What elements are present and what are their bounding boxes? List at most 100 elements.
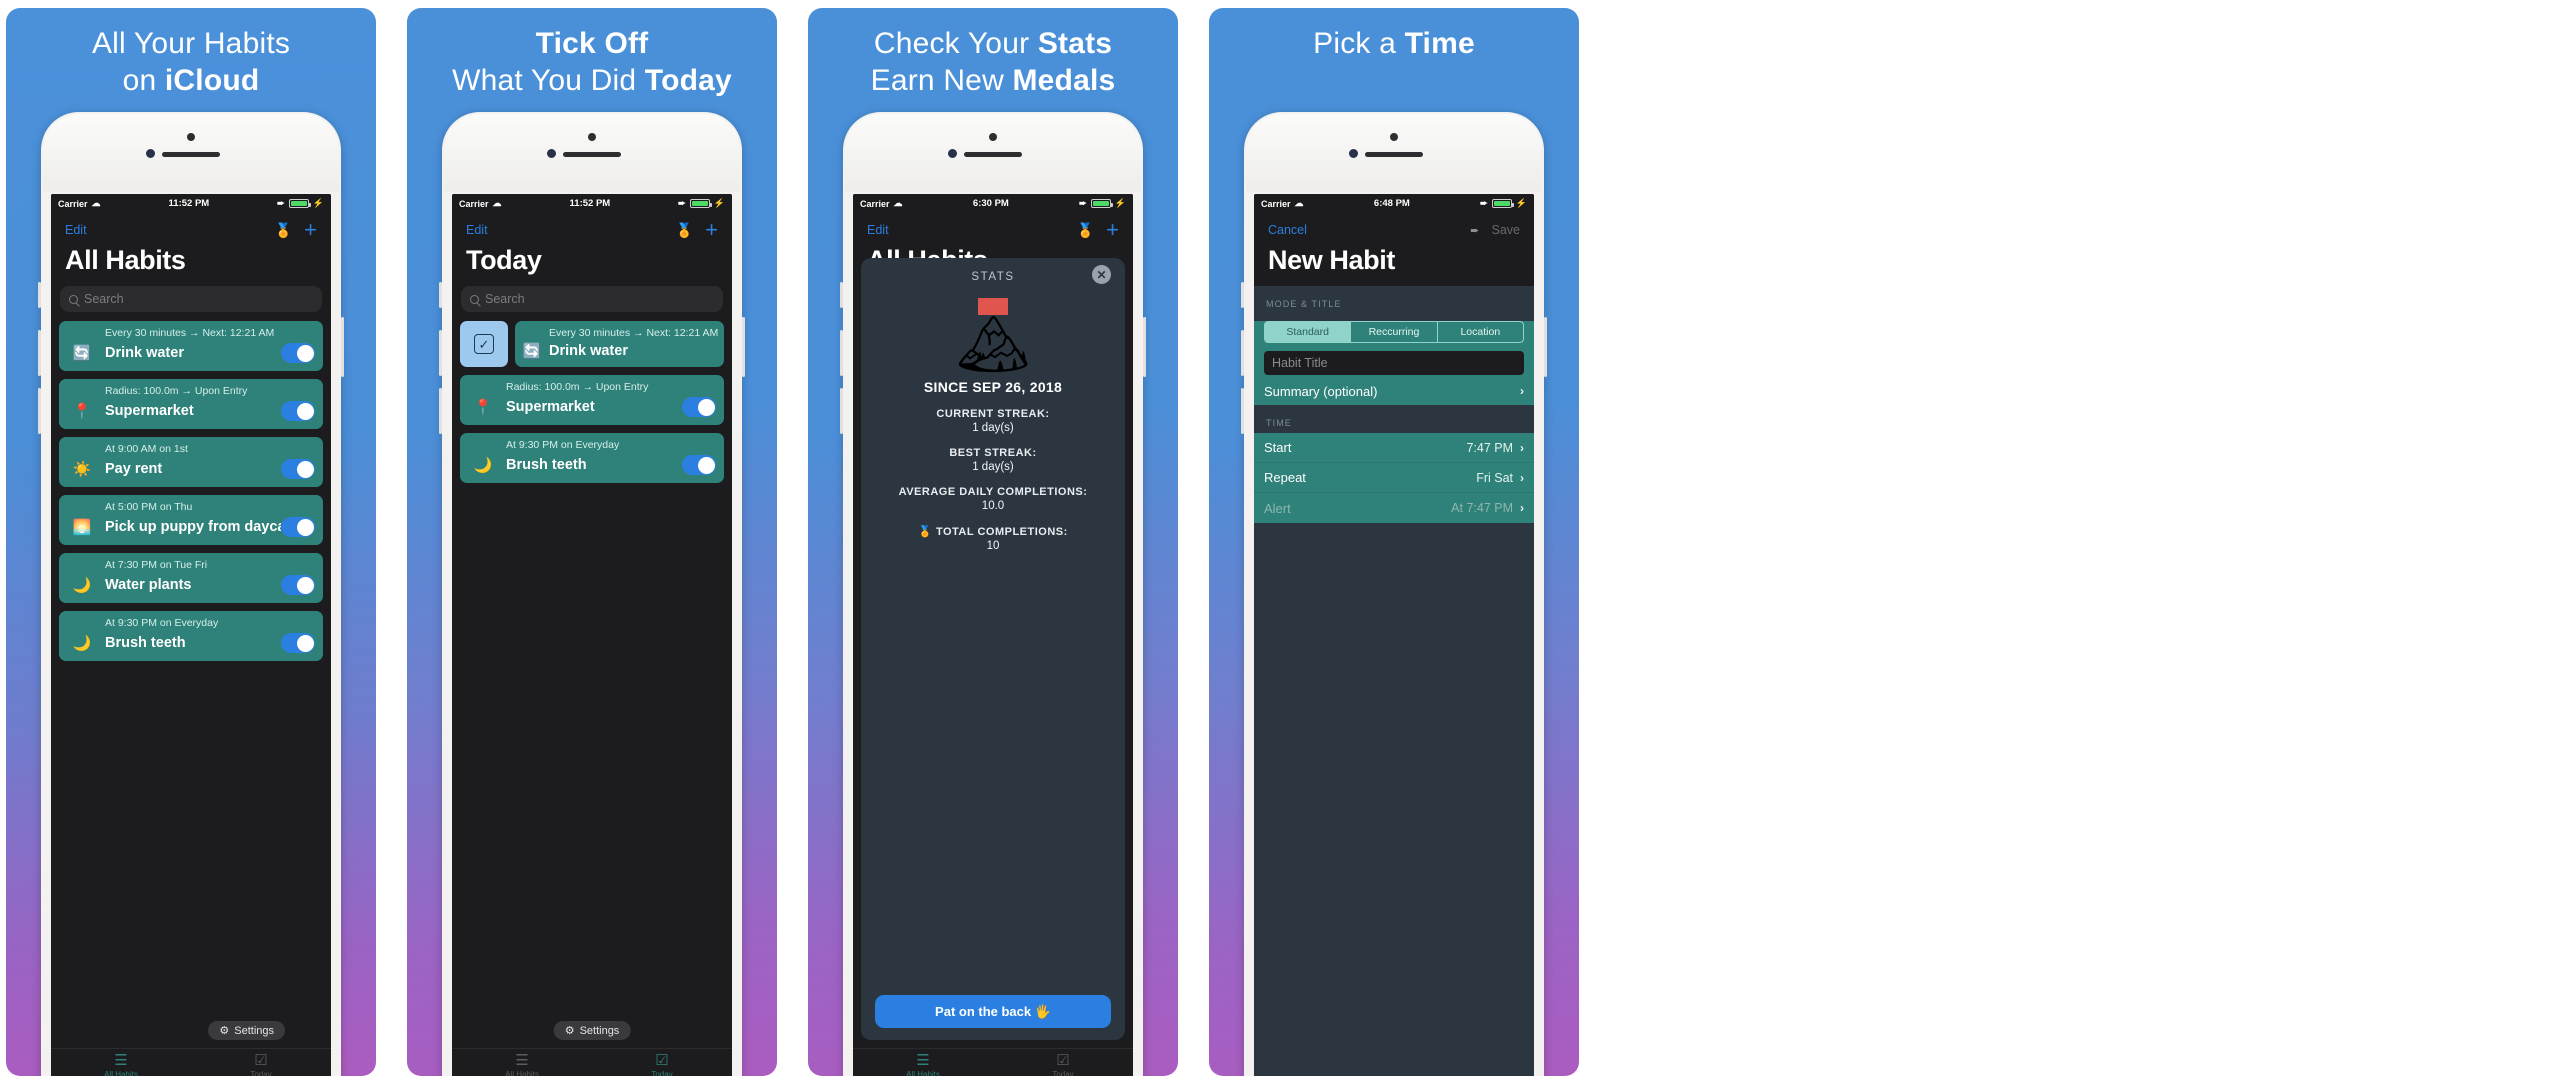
panel-1-headline: All Your Habits on iCloud [6, 26, 376, 99]
settings-button[interactable]: ⚙ Settings [208, 1021, 285, 1040]
tab-all-habits[interactable]: ☰ All Habits [452, 1052, 592, 1076]
save-button[interactable]: Save [1492, 223, 1521, 237]
status-bar: Carrier ☁ 6:30 PM ➨ ⚡ [853, 194, 1133, 213]
habit-toggle[interactable] [281, 459, 315, 479]
habit-row[interactable]: ✓ Every 30 minutes → Next: 12:21 AM 🔄 Dr… [460, 321, 724, 367]
volume-up-button[interactable] [1241, 330, 1244, 376]
medal-icon[interactable]: 🏅 [275, 223, 292, 237]
segment-standard[interactable]: Standard [1265, 322, 1352, 342]
charging-bolt-icon: ⚡ [312, 198, 324, 208]
habit-list-1: Every 30 minutes → Next: 12:21 AM 🔄 Drin… [51, 321, 331, 1048]
volume-up-button[interactable] [439, 330, 442, 376]
volume-down-button[interactable] [439, 388, 442, 434]
tab-today[interactable]: ☑ Today [592, 1053, 732, 1076]
medal-icon[interactable]: 🏅 [676, 223, 693, 237]
habit-main: 📍 Supermarket [460, 397, 724, 417]
habit-title: Supermarket [506, 399, 595, 415]
habit-main: 🔄 Drink water [515, 343, 724, 359]
add-habit-button[interactable]: + [304, 219, 317, 241]
camera-icon [989, 133, 997, 141]
edit-button[interactable]: Edit [65, 223, 87, 237]
headline-line-2-plain: What You Did [452, 63, 645, 97]
tab-bar: ☰ All Habits ☑ Today [452, 1048, 732, 1076]
close-icon[interactable]: ✕ [1092, 265, 1111, 284]
tab-all-habits[interactable]: ☰ All Habits [853, 1052, 993, 1076]
mute-switch[interactable] [1241, 282, 1244, 308]
power-button[interactable] [742, 317, 745, 377]
start-row[interactable]: Start 7:47 PM › [1254, 433, 1534, 463]
add-habit-button[interactable]: + [1106, 219, 1119, 241]
volume-down-button[interactable] [840, 388, 843, 434]
habit-row[interactable]: Radius: 100.0m → Upon Entry 📍 Supermarke… [460, 375, 724, 425]
habit-row[interactable]: At 7:30 PM on Tue Fri 🌙 Water plants [59, 553, 323, 603]
battery-icon [689, 199, 712, 208]
habit-toggle[interactable] [682, 397, 716, 417]
tab-today[interactable]: ☑ Today [191, 1053, 331, 1076]
wifi-icon: ☁ [1294, 198, 1304, 208]
edit-button[interactable]: Edit [466, 223, 488, 237]
habit-checkbox[interactable]: ✓ [460, 321, 508, 367]
mute-switch[interactable] [840, 282, 843, 308]
tab-all-habits[interactable]: ☰ All Habits [51, 1053, 191, 1076]
list-icon: ☰ [916, 1052, 930, 1069]
habit-row[interactable]: Radius: 100.0m → Upon Entry 📍 Supermarke… [59, 379, 323, 429]
habit-row[interactable]: At 9:00 AM on 1st ☀️ Pay rent [59, 437, 323, 487]
nav-bar: Cancel ➨ Save New Habit [1254, 213, 1534, 286]
volume-up-button[interactable] [38, 330, 41, 376]
power-button[interactable] [341, 317, 344, 377]
segment-recurring[interactable]: Reccurring [1351, 322, 1438, 342]
habit-row[interactable]: At 5:00 PM on Thu 🌅 Pick up puppy from d… [59, 495, 323, 545]
habit-main: 🌙 Water plants [59, 575, 323, 595]
mute-switch[interactable] [38, 282, 41, 308]
tab-bar: ☰ All Habits ☑ Today [853, 1048, 1133, 1076]
segment-location[interactable]: Location [1438, 322, 1523, 342]
nav-bar: Edit 🏅 + Today [452, 213, 732, 286]
power-button[interactable] [1143, 317, 1146, 377]
tab-today[interactable]: ☑ Today [993, 1053, 1133, 1076]
mode-segmented-control[interactable]: Standard Reccurring Location [1264, 321, 1524, 343]
habit-toggle[interactable] [281, 401, 315, 421]
stat-value: 10.0 [981, 500, 1005, 512]
repeat-value: Fri Sat [1476, 470, 1513, 485]
volume-down-button[interactable] [1241, 388, 1244, 434]
edit-button[interactable]: Edit [867, 223, 889, 237]
search-input[interactable]: Search [461, 286, 723, 312]
habit-toggle[interactable] [281, 633, 315, 653]
habit-row[interactable]: Every 30 minutes → Next: 12:21 AM 🔄 Drin… [59, 321, 323, 371]
alert-row[interactable]: Alert At 7:47 PM › [1254, 493, 1534, 523]
power-button[interactable] [1544, 317, 1547, 377]
habit-toggle[interactable] [281, 575, 315, 595]
habit-toggle[interactable] [281, 517, 315, 537]
pat-on-the-back-button[interactable]: Pat on the back 🖐️ [875, 995, 1111, 1028]
alert-value: At 7:47 PM [1451, 501, 1513, 515]
settings-button[interactable]: ⚙ Settings [553, 1021, 631, 1040]
volume-down-button[interactable] [38, 388, 41, 434]
location-arrow-icon: ➨ [678, 197, 686, 209]
habit-row[interactable]: At 9:30 PM on Everyday 🌙 Brush teeth [59, 611, 323, 661]
section-header-mode-title: MODE & TITLE [1266, 299, 1342, 309]
habit-title-input[interactable]: Habit Title [1264, 351, 1524, 375]
habit-toggle[interactable] [281, 343, 315, 363]
list-icon: ☰ [515, 1052, 529, 1069]
mute-switch[interactable] [439, 282, 442, 308]
nav-row: Edit 🏅 + [65, 219, 317, 241]
stat-key: BEST STREAK: [949, 447, 1037, 459]
cancel-button[interactable]: Cancel [1268, 223, 1307, 237]
summary-row[interactable]: Summary (optional) › [1254, 375, 1534, 405]
add-habit-button[interactable]: + [705, 219, 718, 241]
habit-row[interactable]: At 9:30 PM on Everyday 🌙 Brush teeth [460, 433, 724, 483]
stats-modal: STATS ✕ 🏔 SINCE SEP 26, 2018 CURRENT STR… [861, 258, 1125, 1040]
moon-icon: 🌙 [72, 634, 92, 652]
carrier-label: Carrier [58, 198, 88, 209]
repeat-row[interactable]: Repeat Fri Sat › [1254, 463, 1534, 493]
medal-icon[interactable]: 🏅 [1077, 223, 1094, 237]
search-input[interactable]: Search [60, 286, 322, 312]
status-left: Carrier ☁ [860, 198, 903, 209]
habit-title: Brush teeth [506, 457, 587, 473]
habit-toggle[interactable] [682, 455, 716, 475]
volume-up-button[interactable] [840, 330, 843, 376]
headline-line-1-plain: Pick a [1313, 27, 1405, 60]
new-habit-form: MODE & TITLE Standard Reccurring Locatio… [1254, 286, 1534, 1076]
tab-label: Today [1052, 1070, 1074, 1076]
headline-line-2-plain: on [122, 63, 165, 97]
